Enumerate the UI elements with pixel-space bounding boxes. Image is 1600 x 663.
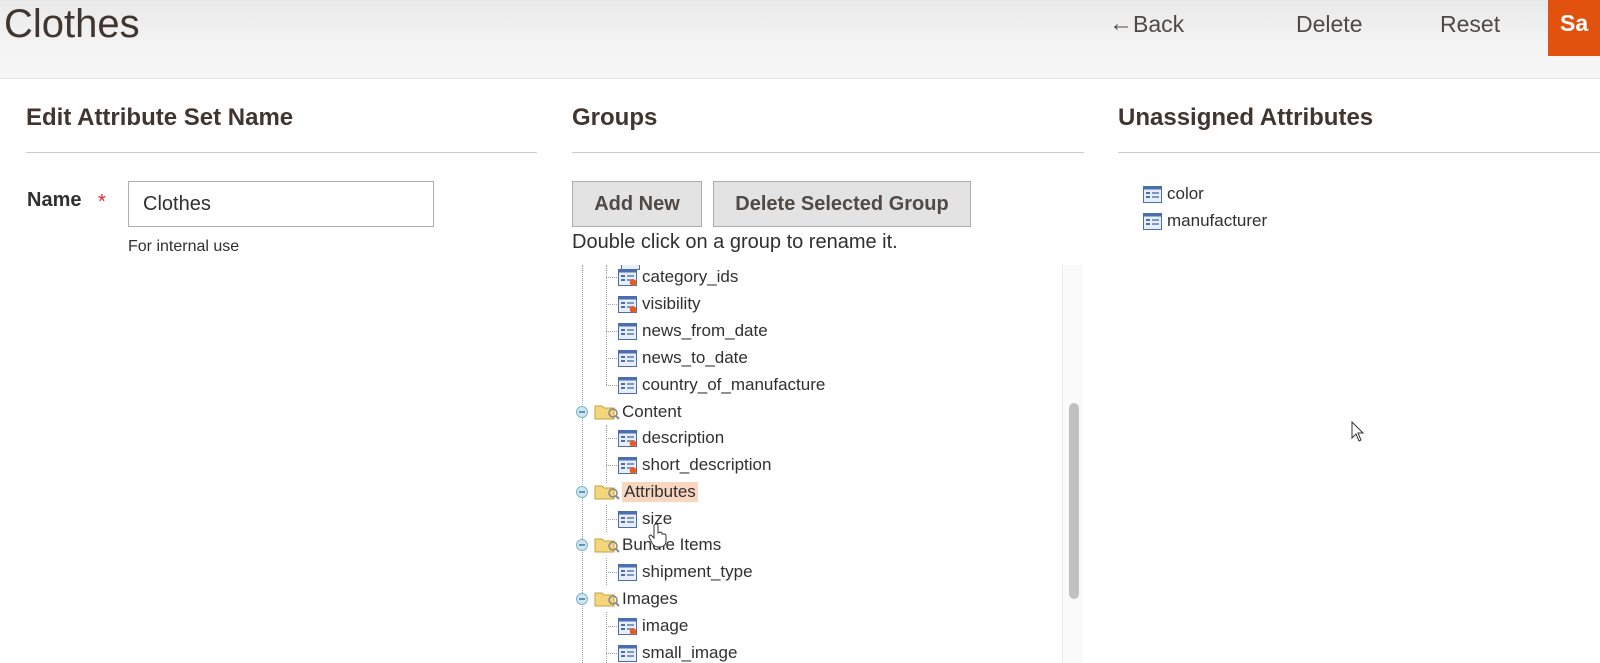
reset-button[interactable]: Reset — [1440, 4, 1500, 44]
tree-line — [606, 277, 617, 278]
name-label: Name — [27, 189, 82, 211]
back-button[interactable]: ← Back — [1109, 4, 1185, 44]
system-attribute-icon — [618, 268, 637, 286]
attribute-icon — [1143, 185, 1162, 203]
tree-attribute-label: country_of_manufacture — [642, 375, 826, 394]
tree-attribute-label: description — [642, 428, 725, 447]
tree-attribute-label: visibility — [642, 294, 701, 313]
tree-line — [606, 425, 607, 483]
attribute-icon — [618, 510, 637, 528]
divider — [1118, 152, 1600, 153]
system-attribute-icon — [618, 617, 637, 635]
name-note: For internal use — [128, 238, 240, 255]
tree-group-label: Bundle Items — [622, 535, 722, 554]
delete-selected-group-button[interactable]: Delete Selected Group — [713, 181, 971, 227]
collapse-toggle-icon[interactable] — [576, 539, 588, 551]
required-mark: * — [98, 191, 106, 213]
delete-button[interactable]: Delete — [1296, 4, 1362, 44]
tree-attribute[interactable]: news_to_date — [618, 346, 748, 370]
save-button[interactable]: Sa — [1548, 0, 1600, 56]
tree-group-label: Content — [622, 402, 682, 421]
tree-line — [606, 304, 617, 305]
folder-icon — [594, 592, 620, 607]
tree-line — [606, 653, 617, 654]
hand-pointer-icon — [648, 524, 667, 548]
tree-attribute-label: small_image — [642, 643, 738, 662]
folder-icon — [594, 485, 620, 500]
divider — [26, 152, 537, 153]
tree-attribute[interactable]: category_ids — [618, 265, 738, 289]
tree-line — [606, 358, 617, 359]
attribute-icon — [618, 376, 637, 394]
tree-attribute-label: short_description — [642, 455, 772, 474]
tree-attribute[interactable]: image — [618, 614, 688, 638]
arrow-left-icon: ← — [1109, 10, 1133, 37]
collapse-toggle-icon[interactable] — [576, 486, 588, 498]
tree-attribute[interactable]: news_from_date — [618, 319, 768, 343]
tree-attribute-label: news_from_date — [642, 321, 768, 340]
attribute-icon — [618, 322, 637, 340]
folder-icon — [594, 405, 620, 420]
tree-attribute[interactable]: country_of_manufacture — [618, 373, 825, 397]
system-attribute-icon — [618, 429, 637, 447]
back-label: Back — [1133, 11, 1185, 37]
tree-attribute[interactable]: small_image — [618, 641, 737, 663]
tree-attribute[interactable]: short_description — [618, 453, 771, 477]
tree-attribute-label: news_to_date — [642, 348, 748, 367]
tree-line — [606, 465, 617, 466]
tree-group-attributes[interactable]: Attributes — [594, 480, 698, 504]
tree-attribute-label: image — [642, 616, 689, 635]
attribute-icon — [618, 644, 637, 662]
tree-line — [606, 519, 617, 520]
system-attribute-icon — [618, 295, 637, 313]
tree-line — [606, 331, 617, 332]
unassigned-attribute[interactable]: color — [1143, 182, 1204, 206]
mouse-pointer-icon — [1351, 421, 1365, 442]
tree-attribute[interactable]: description — [618, 426, 724, 450]
add-new-group-button[interactable]: Add New — [572, 181, 702, 227]
tree-attribute-label: shipment_type — [642, 562, 753, 581]
tree-group-label: Images — [622, 589, 678, 608]
collapse-toggle-icon[interactable] — [576, 406, 588, 418]
edit-set-name-title: Edit Attribute Set Name — [26, 104, 294, 131]
groups-title: Groups — [572, 104, 658, 131]
tree-scrollbar-thumb[interactable] — [1069, 403, 1079, 599]
attribute-icon — [1143, 212, 1162, 230]
name-input[interactable] — [128, 181, 434, 227]
tree-group-content[interactable]: Content — [594, 400, 682, 424]
tree-line — [606, 626, 617, 627]
tree-attribute[interactable]: visibility — [618, 292, 701, 316]
unassigned-attribute-label: color — [1167, 184, 1204, 203]
tree-group-images[interactable]: Images — [594, 587, 678, 611]
page-title: Clothes — [4, 2, 140, 46]
tree-line — [606, 438, 617, 439]
unassigned-title: Unassigned Attributes — [1118, 104, 1374, 131]
tree-line — [606, 612, 607, 663]
system-attribute-icon — [618, 456, 637, 474]
folder-icon — [594, 538, 620, 553]
tree-line — [606, 558, 607, 585]
collapse-toggle-icon[interactable] — [576, 593, 588, 605]
tree-line — [606, 265, 607, 385]
tree-line — [606, 505, 607, 532]
divider — [572, 152, 1084, 153]
groups-tree[interactable]: category_ids visibility news_from_datenews… — [572, 265, 1085, 663]
page-header: Clothes ← Back Delete Reset Sa — [0, 0, 1600, 79]
tree-attribute-label: category_ids — [642, 267, 739, 286]
groups-hint: Double click on a group to rename it. — [572, 231, 898, 253]
tree-group-label: Attributes — [622, 482, 698, 502]
attribute-icon — [618, 563, 637, 581]
tree-line — [606, 572, 617, 573]
tree-attribute[interactable]: shipment_type — [618, 560, 753, 584]
unassigned-attribute-label: manufacturer — [1167, 211, 1268, 230]
attribute-icon — [618, 349, 637, 367]
tree-line — [606, 385, 617, 386]
unassigned-attribute[interactable]: manufacturer — [1143, 209, 1267, 233]
